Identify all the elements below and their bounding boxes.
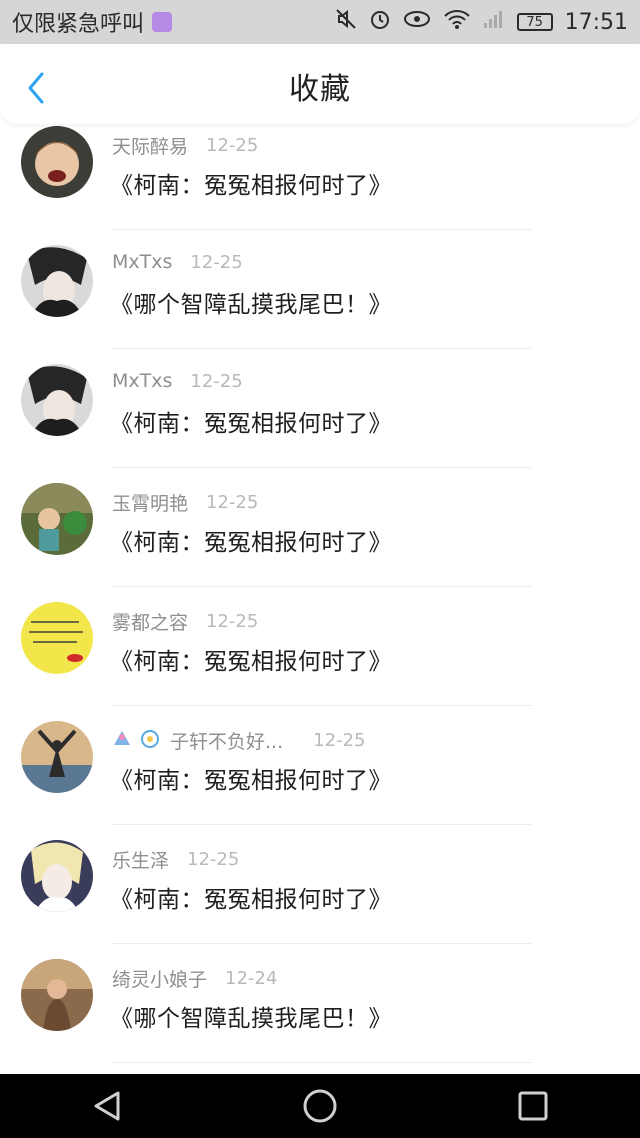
eye-icon	[403, 9, 431, 35]
post-date: 12-25	[187, 849, 240, 870]
divider	[112, 348, 532, 349]
post-title[interactable]: 《柯南：冤冤相报何时了》	[110, 642, 392, 676]
divider	[112, 467, 532, 468]
status-right: 75 17:51	[335, 8, 628, 36]
back-nav-button[interactable]	[77, 1076, 137, 1136]
post-title[interactable]: 《哪个智障乱摸我尾巴！》	[110, 285, 392, 319]
avatar[interactable]	[21, 959, 93, 1031]
item-meta: 天际醉易 12-25	[112, 132, 258, 159]
post-title[interactable]: 《柯南：冤冤相报何时了》	[110, 761, 392, 795]
avatar[interactable]	[21, 840, 93, 912]
list-item[interactable]: 绮灵小娘子 12-24 《哪个智障乱摸我尾巴！》	[0, 947, 640, 1067]
home-nav-button[interactable]	[290, 1076, 350, 1136]
post-title[interactable]: 《柯南：冤冤相报何时了》	[110, 880, 392, 914]
author-name[interactable]: 玉霄明艳	[112, 489, 188, 516]
divider	[112, 586, 532, 587]
post-date: 12-25	[190, 370, 243, 392]
wifi-icon	[443, 8, 471, 36]
post-date: 12-25	[206, 135, 259, 156]
signal-icon	[483, 9, 505, 35]
post-date: 12-25	[190, 251, 243, 273]
item-meta: 玉霄明艳 12-25	[112, 489, 258, 516]
list-item[interactable]: 乐生泽 12-25 《柯南：冤冤相报何时了》	[0, 828, 640, 948]
list-item[interactable]: 子轩不负好... 12-25 《柯南：冤冤相报何时了》	[0, 709, 640, 829]
divider	[112, 943, 532, 944]
square-recents-icon	[518, 1091, 548, 1121]
item-meta: 乐生泽 12-25	[112, 846, 239, 873]
avatar[interactable]	[21, 721, 93, 793]
item-meta: 子轩不负好... 12-25	[112, 727, 365, 754]
avatar[interactable]	[21, 126, 93, 198]
author-name[interactable]: 乐生泽	[112, 846, 169, 873]
author-name[interactable]: 绮灵小娘子	[112, 965, 207, 992]
favorites-list[interactable]: 天际醉易 12-25 《柯南：冤冤相报何时了》 MxTxs 12-25 《哪个智…	[0, 124, 640, 1074]
carrier-text: 仅限紧急呼叫	[12, 12, 145, 37]
divider	[112, 824, 532, 825]
item-meta: 雾都之容 12-25	[112, 608, 258, 635]
circle-home-icon	[303, 1089, 337, 1123]
post-title[interactable]: 《哪个智障乱摸我尾巴！》	[110, 999, 392, 1033]
divider	[112, 229, 532, 230]
post-title[interactable]: 《柯南：冤冤相报何时了》	[110, 523, 392, 557]
item-meta: 绮灵小娘子 12-24	[112, 965, 277, 992]
item-meta: MxTxs 12-25	[112, 251, 243, 273]
nav-bar: 收藏	[0, 44, 640, 124]
post-title[interactable]: 《柯南：冤冤相报何时了》	[110, 404, 392, 438]
author-name[interactable]: 子轩不负好...	[170, 727, 283, 754]
list-item[interactable]: MxTxs 12-25 《哪个智障乱摸我尾巴！》	[0, 233, 640, 353]
system-nav-bar	[0, 1074, 640, 1138]
status-left: 仅限紧急呼叫	[12, 6, 173, 38]
post-date: 12-24	[225, 968, 278, 989]
list-item[interactable]: 雾都之容 12-25 《柯南：冤冤相报何时了》	[0, 590, 640, 710]
page-title: 收藏	[289, 72, 351, 107]
alarm-icon	[369, 8, 391, 36]
post-title[interactable]: 《柯南：冤冤相报何时了》	[110, 166, 392, 200]
post-date: 12-25	[313, 730, 366, 751]
author-name[interactable]: 天际醉易	[112, 132, 188, 159]
divider	[112, 1062, 532, 1063]
mute-icon	[335, 8, 357, 36]
post-date: 12-25	[206, 492, 259, 513]
avatar[interactable]	[21, 602, 93, 674]
avatar[interactable]	[21, 245, 93, 317]
recents-nav-button[interactable]	[503, 1076, 563, 1136]
avatar[interactable]	[21, 483, 93, 555]
post-date: 12-25	[206, 611, 259, 632]
list-item[interactable]: 玉霄明艳 12-25 《柯南：冤冤相报何时了》	[0, 471, 640, 591]
list-item[interactable]: MxTxs 12-25 《柯南：冤冤相报何时了》	[0, 352, 640, 472]
triangle-back-icon	[94, 1091, 120, 1121]
avatar[interactable]	[21, 364, 93, 436]
battery-icon: 75	[516, 13, 553, 31]
clock: 17:51	[564, 9, 628, 35]
emoji-icon	[112, 727, 164, 754]
gallery-notification-icon	[152, 12, 173, 32]
author-name[interactable]: 雾都之容	[112, 608, 188, 635]
list-item[interactable]: 天际醉易 12-25 《柯南：冤冤相报何时了》	[0, 124, 640, 234]
item-meta: MxTxs 12-25	[112, 370, 243, 392]
author-name[interactable]: MxTxs	[112, 370, 172, 392]
author-name[interactable]: MxTxs	[112, 251, 172, 273]
divider	[112, 705, 532, 706]
status-bar: 仅限紧急呼叫 75 17:51	[0, 0, 640, 44]
